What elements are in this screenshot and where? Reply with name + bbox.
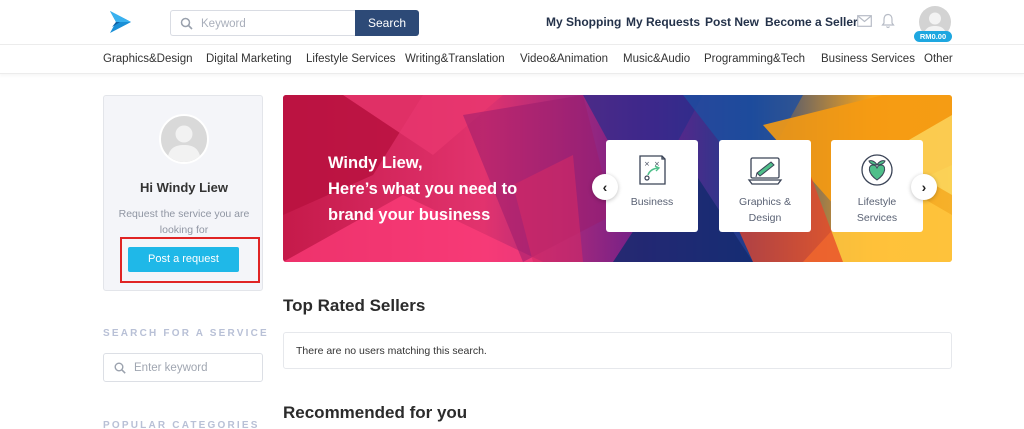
banner-card-graphics-design[interactable]: Graphics & Design [719,140,811,232]
heart-leaf-icon [861,154,893,186]
category-graphics-design[interactable]: Graphics&Design [103,53,192,65]
wallet-balance-badge[interactable]: RM0.00 [914,31,952,42]
request-prompt-text: Request the service you are looking for [118,208,250,236]
banner-card-business[interactable]: × × Business [606,140,698,232]
category-music-audio[interactable]: Music&Audio [623,53,690,65]
nav-become-a-seller[interactable]: Become a Seller [765,15,858,29]
banner-headline-line-1: Windy Liew, [328,154,423,172]
post-request-button[interactable]: Post a request [128,247,239,272]
banner-card-business-label: Business [606,194,698,210]
search-icon [180,17,193,30]
nav-my-requests[interactable]: My Requests [626,15,700,29]
carousel-next-arrow-icon[interactable]: › [911,174,937,200]
service-keyword-input[interactable] [134,360,259,376]
no-users-text: There are no users matching this search. [296,345,487,357]
banner-headline: Windy Liew, Here’s what you need to bran… [328,150,588,228]
category-programming-tech[interactable]: Programming&Tech [704,53,805,65]
greeting-text: Hi Windy Liew [140,180,228,195]
top-rated-sellers-title: Top Rated Sellers [283,296,426,315]
banner-headline-line-3: brand your business [328,206,491,224]
category-lifestyle-services[interactable]: Lifestyle Services [306,53,395,65]
banner-card-lifestyle-services-label-line-2: Services [856,212,898,224]
keyword-search-input[interactable] [201,15,351,32]
category-other[interactable]: Other [924,53,953,65]
nav-my-shopping[interactable]: My Shopping [546,15,621,29]
profile-avatar [159,114,209,164]
no-users-notice: There are no users matching this search. [283,332,952,369]
mail-icon[interactable] [857,15,872,27]
strategy-board-icon: × × [639,155,666,185]
site-logo-icon[interactable] [107,9,133,35]
nav-post-new[interactable]: Post New [705,15,759,29]
profile-card: Hi Windy Liew Request the service you ar… [103,95,263,291]
banner-card-business-label-line-1: Business [630,196,674,208]
category-nav: Graphics&Design Digital Marketing Lifest… [0,46,1024,74]
banner-card-lifestyle-services[interactable]: Lifestyle Services [831,140,923,232]
banner-card-lifestyle-services-label: Lifestyle Services [831,194,923,226]
svg-text:×: × [644,160,650,168]
popular-categories-heading: POPULAR CATEGORIES [103,420,260,429]
design-tablet-icon [747,157,783,185]
recommended-title: Recommended for you [283,403,468,422]
category-writing-translation[interactable]: Writing&Translation [405,53,505,65]
banner-card-graphics-design-label: Graphics & Design [719,194,811,226]
search-service-heading: SEARCH FOR A SERVICE [103,328,269,339]
banner-card-graphics-design-label-line-1: Graphics & [739,196,791,208]
category-video-animation[interactable]: Video&Animation [520,53,608,65]
banner-card-lifestyle-services-label-line-1: Lifestyle [857,196,897,208]
search-button[interactable]: Search [355,10,419,36]
search-icon [114,362,126,374]
promo-banner: Windy Liew, Here’s what you need to bran… [283,95,952,262]
banner-headline-line-2: Here’s what you need to [328,180,518,198]
sidebar-search-box [103,353,263,382]
bell-icon[interactable] [881,13,895,29]
profile-avatar-icon [167,125,201,162]
category-business-services[interactable]: Business Services [821,53,915,65]
banner-card-graphics-design-label-line-2: Design [748,212,782,224]
carousel-prev-arrow-icon[interactable]: ‹ [592,174,618,200]
top-header: Search My Shopping My Requests Post New … [0,0,1024,45]
category-digital-marketing[interactable]: Digital Marketing [206,53,292,65]
header-search-box [170,10,356,36]
